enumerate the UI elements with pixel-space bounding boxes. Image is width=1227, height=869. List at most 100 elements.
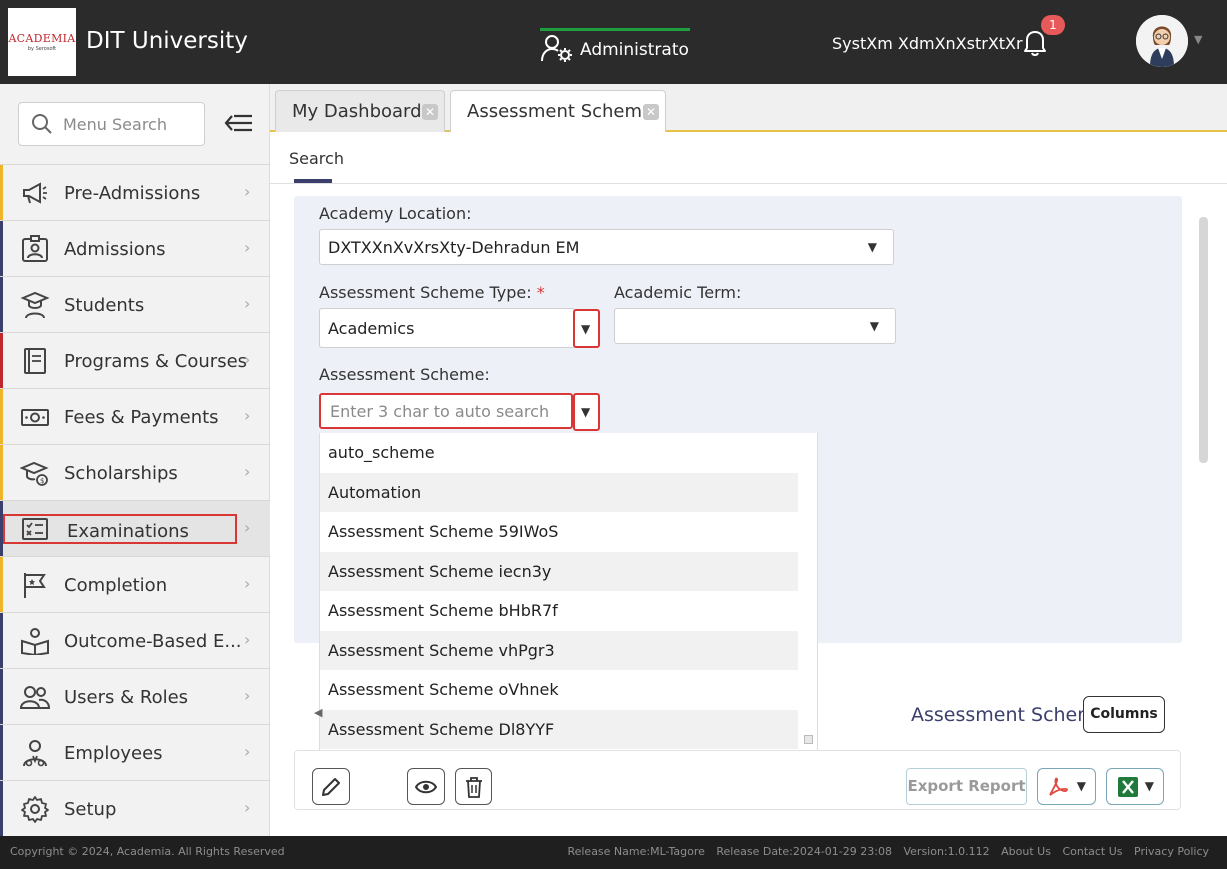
academy-location-value: DXTXXnXvXrsXty-Dehradun EM <box>328 238 580 257</box>
list-item[interactable]: Assessment Scheme bHbR7f <box>320 591 798 631</box>
list-item[interactable]: Assessment Scheme Dl8YYF <box>320 709 798 749</box>
contact-us-link[interactable]: Contact Us <box>1062 845 1122 858</box>
gear-icon <box>21 796 49 823</box>
list-item[interactable]: Automation <box>320 472 798 512</box>
list-item[interactable]: Assessment Scheme vhPgr3 <box>320 630 798 670</box>
logo-text: ACADEMIA <box>8 32 76 45</box>
menu-search-input[interactable]: Menu Search <box>18 102 205 146</box>
list-item[interactable]: Assessment Scheme oVhnek <box>320 670 798 710</box>
sidebar-item-employees[interactable]: Employees › <box>0 724 270 781</box>
tab-search[interactable]: Search <box>289 149 344 168</box>
close-icon[interactable]: ✕ <box>422 104 438 120</box>
item-accent-bar <box>0 725 3 781</box>
pdf-icon <box>1049 777 1068 796</box>
sidebar-item-students[interactable]: Students › <box>0 276 270 333</box>
sidebar-item-label: Students <box>64 295 145 316</box>
scheme-type-dropdown-button[interactable]: ▼ <box>573 309 600 348</box>
release-name: Release Name:ML-Tagore <box>567 845 705 858</box>
list-item[interactable]: Assessment Scheme iecn3y <box>320 551 798 591</box>
money-icon <box>21 409 49 426</box>
dropdown-scrollbar[interactable] <box>800 433 817 750</box>
scheme-type-select[interactable]: Academics <box>319 308 575 348</box>
search-icon <box>32 114 52 134</box>
sub-navigation: Search <box>270 132 1227 184</box>
sidebar-item-label: Scholarships <box>64 463 178 484</box>
sidebar-item-label: Employees <box>64 743 163 764</box>
about-us-link[interactable]: About Us <box>1001 845 1051 858</box>
excel-icon <box>1118 777 1138 797</box>
item-accent-bar <box>0 221 3 277</box>
pdf-export-button[interactable]: ▼ <box>1037 768 1096 805</box>
required-marker: * <box>536 283 545 302</box>
scrollbar-thumb[interactable] <box>1199 217 1208 463</box>
item-accent-bar <box>0 781 3 837</box>
scheme-type-label: Assessment Scheme Type: * <box>319 283 545 302</box>
scroll-left-icon[interactable]: ◀ <box>314 706 322 719</box>
menu-search-placeholder: Menu Search <box>63 115 167 134</box>
item-accent-bar <box>0 445 3 501</box>
academia-logo[interactable]: ACADEMIA by Serosoft <box>8 8 76 76</box>
sidebar-item-programs-courses[interactable]: Programs & Courses › <box>0 332 270 389</box>
employee-icon <box>23 740 47 767</box>
sidebar-item-fees-payments[interactable]: Fees & Payments › <box>0 388 270 445</box>
item-accent-bar <box>0 613 3 669</box>
active-tab-underline <box>294 179 332 183</box>
user-avatar[interactable] <box>1136 15 1188 67</box>
dropdown-caret-icon: ▼ <box>581 405 591 419</box>
sidebar-item-label: Examinations <box>67 521 189 542</box>
sidebar-item-label: Setup <box>64 799 117 820</box>
export-report-button[interactable]: Export Report <box>906 768 1027 805</box>
sidebar-item-scholarships[interactable]: $ Scholarships › <box>0 444 270 501</box>
sidebar: Menu Search Pre-Admissions › Admissions … <box>0 84 270 837</box>
privacy-policy-link[interactable]: Privacy Policy <box>1134 845 1209 858</box>
megaphone-icon <box>23 182 47 204</box>
role-label: Administrator <box>580 40 690 60</box>
top-header: ACADEMIA by Serosoft DIT University Admi… <box>0 0 1227 84</box>
tab-assessment-scheme[interactable]: Assessment Scheme ✕ <box>450 90 666 134</box>
chevron-right-icon: › <box>244 294 251 313</box>
tab-my-dashboard[interactable]: My Dashboard ✕ <box>275 90 445 132</box>
item-accent-bar <box>0 333 3 389</box>
sidebar-item-outcome-based[interactable]: Outcome-Based E... › <box>0 612 270 669</box>
edit-button[interactable] <box>312 768 350 805</box>
sidebar-item-completion[interactable]: Completion › <box>0 556 270 613</box>
copyright-text: Copyright © 2024, Academia. All Rights R… <box>10 845 285 858</box>
chevron-right-icon: › <box>244 686 251 705</box>
delete-button[interactable] <box>455 768 492 805</box>
role-switcher[interactable]: Administrator <box>540 28 690 68</box>
id-card-icon <box>22 235 48 262</box>
sidebar-item-label: Fees & Payments <box>64 407 219 428</box>
columns-button[interactable]: Columns <box>1083 696 1165 733</box>
exam-checklist-icon <box>22 518 48 540</box>
close-icon[interactable]: ✕ <box>643 104 659 120</box>
scrollbar-knob[interactable] <box>804 735 813 744</box>
sidebar-nav: Pre-Admissions › Admissions › Students ›… <box>0 164 270 837</box>
view-button[interactable] <box>407 768 445 805</box>
assessment-scheme-input[interactable]: Enter 3 char to auto search <box>319 393 573 429</box>
chevron-right-icon: › <box>244 238 251 257</box>
assessment-scheme-placeholder: Enter 3 char to auto search <box>330 402 550 421</box>
avatar-caret-icon[interactable]: ▼ <box>1194 33 1202 46</box>
sidebar-item-users-roles[interactable]: Users & Roles › <box>0 668 270 725</box>
sidebar-item-admissions[interactable]: Admissions › <box>0 220 270 277</box>
version: Version:1.0.112 <box>903 845 990 858</box>
sidebar-item-pre-admissions[interactable]: Pre-Admissions › <box>0 164 270 221</box>
content-scrollbar[interactable] <box>1196 197 1210 803</box>
list-item[interactable]: auto_scheme <box>320 433 798 473</box>
list-item[interactable]: Assessment Scheme 59IWoS <box>320 512 798 552</box>
sidebar-item-label: Programs & Courses <box>64 351 248 372</box>
academic-term-select[interactable]: ▼ <box>614 308 896 344</box>
footer: Copyright © 2024, Academia. All Rights R… <box>0 836 1227 869</box>
academic-term-label: Academic Term: <box>614 283 742 302</box>
sidebar-item-setup[interactable]: Setup › <box>0 780 270 837</box>
tab-bar: My Dashboard ✕ Assessment Scheme ✕ <box>270 84 1227 134</box>
sidebar-item-examinations[interactable]: Examinations › <box>0 500 270 557</box>
chevron-right-icon: › <box>244 798 251 817</box>
assessment-scheme-label: Assessment Scheme: <box>319 365 490 384</box>
assessment-scheme-dropdown-button[interactable]: ▼ <box>573 393 600 431</box>
excel-export-button[interactable]: ▼ <box>1106 768 1164 805</box>
collapse-menu-icon[interactable] <box>224 112 254 138</box>
item-accent-bar <box>0 669 3 725</box>
users-icon <box>20 686 50 709</box>
academy-location-select[interactable]: DXTXXnXvXrsXty-Dehradun EM ▼ <box>319 229 894 265</box>
